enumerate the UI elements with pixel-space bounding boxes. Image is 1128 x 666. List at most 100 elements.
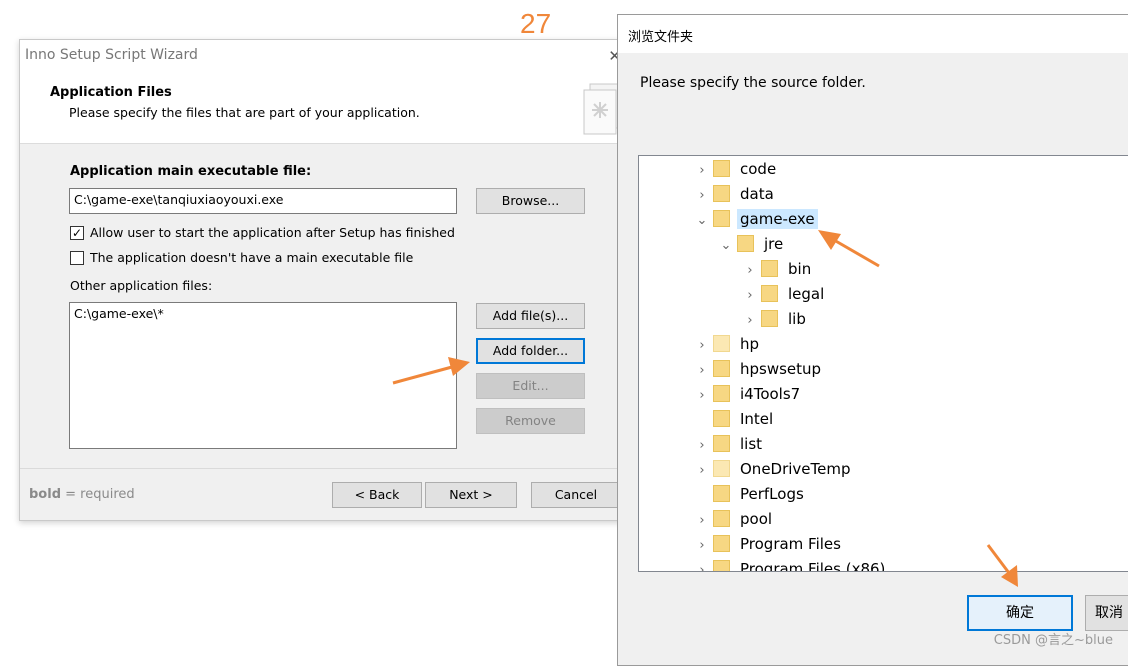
- folder-icon: [713, 560, 730, 571]
- ok-button[interactable]: 确定: [967, 595, 1073, 631]
- tree-node-label: lib: [788, 310, 806, 328]
- chevron-down-icon[interactable]: ⌄: [691, 210, 713, 232]
- cancel-button[interactable]: Cancel: [531, 482, 621, 508]
- wizard-title: Inno Setup Script Wizard: [25, 47, 198, 63]
- tree-node[interactable]: › Program Files: [691, 533, 844, 555]
- chevron-right-icon[interactable]: ›: [739, 260, 761, 282]
- tree-node-label: list: [740, 435, 763, 453]
- add-files-button[interactable]: Add file(s)...: [476, 303, 585, 329]
- tree-node-label: i4Tools7: [740, 385, 801, 403]
- main-exe-label: Application main executable file:: [70, 164, 312, 179]
- tree-node[interactable]: › code: [691, 158, 779, 180]
- tree-node[interactable]: › Program Files (x86): [691, 558, 888, 572]
- no-main-exe-checkbox[interactable]: [70, 251, 84, 265]
- chevron-right-icon[interactable]: ›: [691, 360, 713, 382]
- tree-node-label: code: [740, 160, 777, 178]
- tree-node-label: game-exe: [737, 209, 818, 229]
- back-button[interactable]: < Back: [332, 482, 422, 508]
- chevron-right-icon[interactable]: ›: [691, 435, 713, 457]
- tree-node-label: jre: [764, 235, 784, 253]
- chevron-down-icon[interactable]: ⌄: [715, 235, 737, 257]
- tree-node-label: bin: [788, 260, 812, 278]
- allow-start-checkbox[interactable]: ✓: [70, 226, 84, 240]
- tree-node[interactable]: PerfLogs: [691, 483, 807, 505]
- tree-node[interactable]: › hp: [691, 333, 762, 355]
- add-folder-button[interactable]: Add folder...: [476, 338, 585, 364]
- folder-icon: [713, 510, 730, 527]
- tree-node[interactable]: › i4Tools7: [691, 383, 803, 405]
- chevron-right-icon[interactable]: ›: [691, 560, 713, 571]
- tree-node-label: Intel: [740, 410, 774, 428]
- next-button[interactable]: Next >: [425, 482, 517, 508]
- tree-node[interactable]: › pool: [691, 508, 775, 530]
- chevron-right-icon[interactable]: ›: [691, 335, 713, 357]
- folder-icon: [713, 335, 730, 352]
- tree-node-label: hpswsetup: [740, 360, 822, 378]
- tree-node-label: hp: [740, 335, 760, 353]
- edit-button[interactable]: Edit...: [476, 373, 585, 399]
- wizard-titlebar: Inno Setup Script Wizard ✕: [20, 40, 635, 72]
- main-exe-field[interactable]: C:\game-exe\tanqiuxiaoyouxi.exe: [69, 188, 457, 214]
- remove-button[interactable]: Remove: [476, 408, 585, 434]
- chevron-right-icon[interactable]: ›: [691, 385, 713, 407]
- folder-icon: [713, 410, 730, 427]
- tree-node-label: data: [740, 185, 774, 203]
- tree-node[interactable]: › hpswsetup: [691, 358, 824, 380]
- tree-node-label: PerfLogs: [740, 485, 804, 503]
- allow-start-label: Allow user to start the application afte…: [90, 225, 455, 240]
- folder-icon: [761, 285, 778, 302]
- chevron-right-icon[interactable]: ›: [739, 285, 761, 307]
- folder-icon: [713, 210, 730, 227]
- folder-icon: [713, 385, 730, 402]
- folder-icon: [713, 435, 730, 452]
- page-title: Application Files: [50, 85, 172, 100]
- watermark: CSDN @言之~blue: [993, 633, 1113, 648]
- step-number: 27: [520, 8, 552, 39]
- folder-icon: [713, 160, 730, 177]
- folder-icon: [713, 360, 730, 377]
- folder-icon: [761, 310, 778, 327]
- tree-node[interactable]: › list: [691, 433, 765, 455]
- other-files-label: Other application files:: [70, 278, 213, 293]
- tree-node[interactable]: › data: [691, 183, 777, 205]
- chevron-right-icon[interactable]: ›: [691, 510, 713, 532]
- tree-node-label: Program Files (x86): [740, 560, 886, 572]
- tree-node[interactable]: › OneDriveTemp: [691, 458, 854, 480]
- dialog-cancel-button[interactable]: 取消: [1085, 595, 1128, 631]
- tree-node-label: pool: [740, 510, 773, 528]
- footer-divider: [20, 468, 635, 469]
- required-legend-bold: bold: [29, 487, 61, 502]
- checkmark-icon: ✓: [71, 226, 83, 240]
- folder-icon: [761, 260, 778, 277]
- folder-icon: [713, 460, 730, 477]
- tree-node[interactable]: ⌄ jre: [715, 233, 786, 255]
- required-legend: bold = required: [29, 487, 135, 502]
- list-item[interactable]: C:\game-exe\*: [74, 306, 452, 321]
- tree-node[interactable]: ⌄ game-exe: [691, 208, 818, 230]
- page-subtitle: Please specify the files that are part o…: [69, 105, 420, 120]
- tree-node-label: Program Files: [740, 535, 841, 553]
- folder-icon: [737, 235, 754, 252]
- tree-node-label: legal: [788, 285, 825, 303]
- no-main-exe-label: The application doesn't have a main exec…: [90, 250, 414, 265]
- chevron-right-icon[interactable]: ›: [739, 310, 761, 332]
- other-files-list[interactable]: C:\game-exe\*: [69, 302, 457, 449]
- dialog-titlebar: 浏览文件夹: [618, 15, 1128, 53]
- folder-icon: [713, 185, 730, 202]
- tree-node[interactable]: Intel: [691, 408, 776, 430]
- dialog-title: 浏览文件夹: [628, 30, 694, 45]
- wizard-window: Inno Setup Script Wizard ✕ Application F…: [19, 39, 636, 521]
- chevron-right-icon[interactable]: ›: [691, 160, 713, 182]
- tree-node[interactable]: › lib: [739, 308, 809, 330]
- tree-node[interactable]: › legal: [739, 283, 827, 305]
- chevron-right-icon[interactable]: ›: [691, 535, 713, 557]
- chevron-right-icon[interactable]: ›: [691, 185, 713, 207]
- tree-node[interactable]: › bin: [739, 258, 814, 280]
- folder-icon: [713, 485, 730, 502]
- wizard-header: Application Files Please specify the fil…: [20, 72, 635, 144]
- dialog-prompt: Please specify the source folder.: [640, 75, 866, 91]
- chevron-right-icon[interactable]: ›: [691, 460, 713, 482]
- required-legend-text: = required: [61, 487, 135, 502]
- browse-button[interactable]: Browse...: [476, 188, 585, 214]
- folder-tree[interactable]: › code › data ⌄ game-exe ⌄ jre › bin › legal › lib › hp…: [638, 155, 1128, 572]
